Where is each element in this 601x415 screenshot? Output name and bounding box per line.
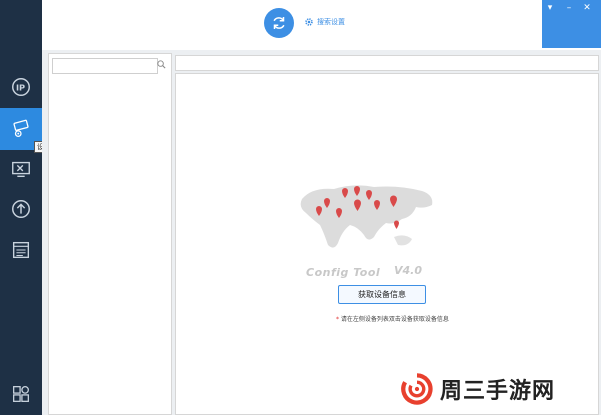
log-icon xyxy=(12,241,30,259)
close-button[interactable]: ✕ xyxy=(580,2,594,14)
device-info-header xyxy=(175,55,599,71)
system-tools-icon xyxy=(12,161,30,178)
hint-message: 请在左侧设备列表双击设备获取设备信息 xyxy=(340,316,449,323)
device-search-input[interactable] xyxy=(52,58,158,74)
world-map-icon xyxy=(300,185,433,248)
search-icon xyxy=(156,59,166,69)
search-button[interactable] xyxy=(154,57,168,71)
get-device-info-button[interactable]: 获取设备信息 xyxy=(338,285,426,304)
hint-star: * xyxy=(336,316,339,323)
config-tool-logo-text: Config Tool xyxy=(306,266,381,279)
watermark-text: 周三手游网 xyxy=(440,378,556,404)
watermark-logo-icon xyxy=(401,372,433,405)
sidebar-item-upgrade[interactable] xyxy=(0,188,42,230)
svg-text:IP: IP xyxy=(16,83,25,93)
sidebar-item-ip[interactable]: IP xyxy=(0,66,42,108)
window-controls: ▾ – ✕ xyxy=(542,0,601,48)
version-text: V4.0 xyxy=(394,264,422,277)
sidebar-item-log[interactable] xyxy=(0,229,42,271)
refresh-button[interactable] xyxy=(264,8,294,38)
sidebar-item-apps[interactable] xyxy=(0,373,42,415)
upgrade-icon xyxy=(12,200,30,218)
search-settings-button[interactable]: 搜索设置 xyxy=(304,17,345,27)
device-list-panel xyxy=(48,53,172,415)
sidebar-item-system-tools[interactable] xyxy=(0,148,42,190)
dropdown-button[interactable]: ▾ xyxy=(543,2,557,14)
watermark: 周三手游网 xyxy=(400,362,600,415)
minimize-button[interactable]: – xyxy=(562,2,576,14)
hint-text: * 请在左侧设备列表双击设备获取设备信息 xyxy=(336,314,449,323)
header: 搜索设置 xyxy=(42,0,542,50)
gear-icon xyxy=(305,18,313,26)
refresh-icon xyxy=(273,17,285,29)
device-config-icon xyxy=(13,119,29,137)
ip-icon: IP xyxy=(12,78,30,96)
apps-icon xyxy=(13,386,29,402)
sidebar: IP xyxy=(0,0,42,415)
search-settings-label: 搜索设置 xyxy=(317,18,345,26)
